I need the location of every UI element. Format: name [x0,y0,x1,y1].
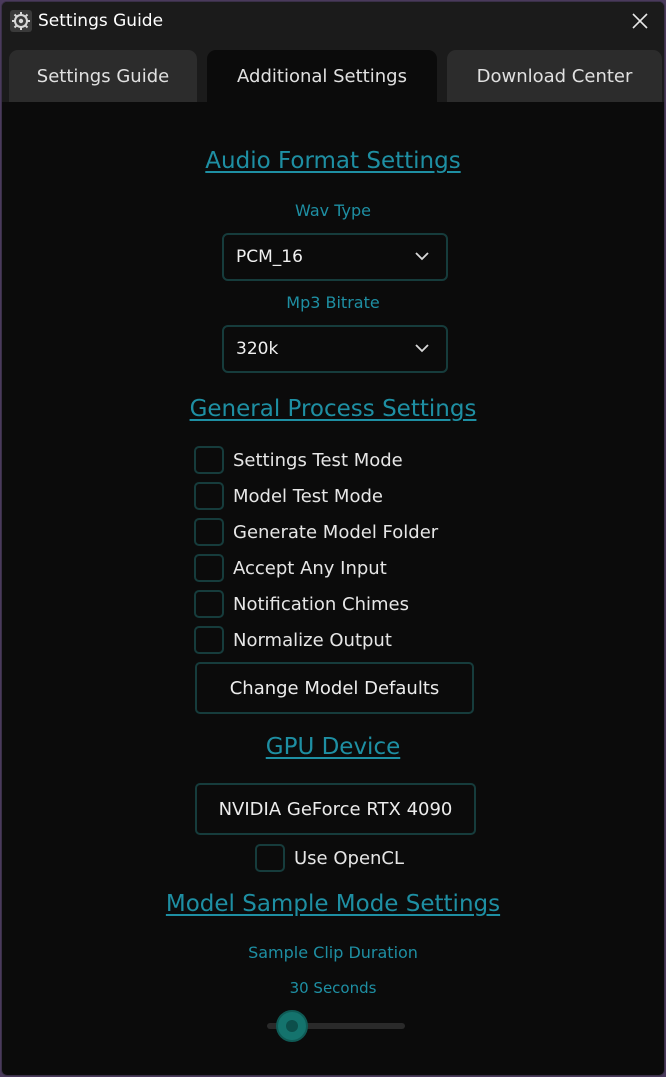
chevron-down-icon [415,252,429,261]
sample-clip-duration-value: 30 Seconds [289,979,377,997]
tab-settings-guide[interactable]: Settings Guide [9,50,197,102]
tab-download-center[interactable]: Download Center [447,50,662,102]
tab-strip: Settings Guide Additional Settings Downl… [2,40,664,102]
gpu-device-selector[interactable]: NVIDIA GeForce RTX 4090 [195,783,476,835]
settings-test-mode-label: Settings Test Mode [233,449,403,471]
use-opencl-label: Use OpenCL [294,847,405,869]
normalize-output-checkbox[interactable] [194,626,224,654]
use-opencl-row[interactable]: Use OpenCL [255,843,404,873]
mp3-bitrate-label: Mp3 Bitrate [286,293,380,312]
close-button[interactable] [616,2,664,40]
model-test-mode-row[interactable]: Model Test Mode [194,481,383,511]
wav-type-dropdown[interactable]: PCM_16 [222,233,448,281]
accept-any-input-checkbox[interactable] [194,554,224,582]
model-test-mode-checkbox[interactable] [194,482,224,510]
notification-chimes-label: Notification Chimes [233,593,409,615]
generate-model-folder-row[interactable]: Generate Model Folder [194,517,438,547]
settings-test-mode-checkbox[interactable] [194,446,224,474]
mp3-bitrate-value: 320k [236,339,279,359]
model-sample-mode-title: Model Sample Mode Settings [165,891,501,917]
title-bar: Settings Guide [2,2,664,40]
window-title: Settings Guide [38,11,164,31]
accept-any-input-label: Accept Any Input [233,557,387,579]
change-model-defaults-button[interactable]: Change Model Defaults [195,662,474,714]
gear-logo-icon [10,10,32,32]
generate-model-folder-checkbox[interactable] [194,518,224,546]
model-test-mode-label: Model Test Mode [233,485,383,507]
tab-additional-settings[interactable]: Additional Settings [207,50,437,102]
normalize-output-label: Normalize Output [233,629,392,651]
use-opencl-checkbox[interactable] [255,844,285,872]
general-process-title: General Process Settings [189,396,477,422]
notification-chimes-row[interactable]: Notification Chimes [194,589,409,619]
normalize-output-row[interactable]: Normalize Output [194,625,392,655]
notification-chimes-checkbox[interactable] [194,590,224,618]
close-icon [632,13,648,29]
gpu-device-title: GPU Device [265,734,401,760]
generate-model-folder-label: Generate Model Folder [233,521,439,543]
wav-type-label: Wav Type [295,201,371,220]
wav-type-value: PCM_16 [236,247,303,267]
settings-test-mode-row[interactable]: Settings Test Mode [194,445,403,475]
mp3-bitrate-dropdown[interactable]: 320k [222,325,448,373]
sample-clip-duration-label: Sample Clip Duration [248,943,418,962]
accept-any-input-row[interactable]: Accept Any Input [194,553,387,583]
settings-window: Settings Guide Settings Guide Additional… [1,1,665,1076]
audio-format-title: Audio Format Settings [205,148,461,174]
chevron-down-icon [415,344,429,353]
additional-settings-panel: Audio Format Settings Wav Type PCM_16 Mp… [2,102,664,1075]
clip-duration-slider-thumb[interactable] [275,1010,308,1042]
